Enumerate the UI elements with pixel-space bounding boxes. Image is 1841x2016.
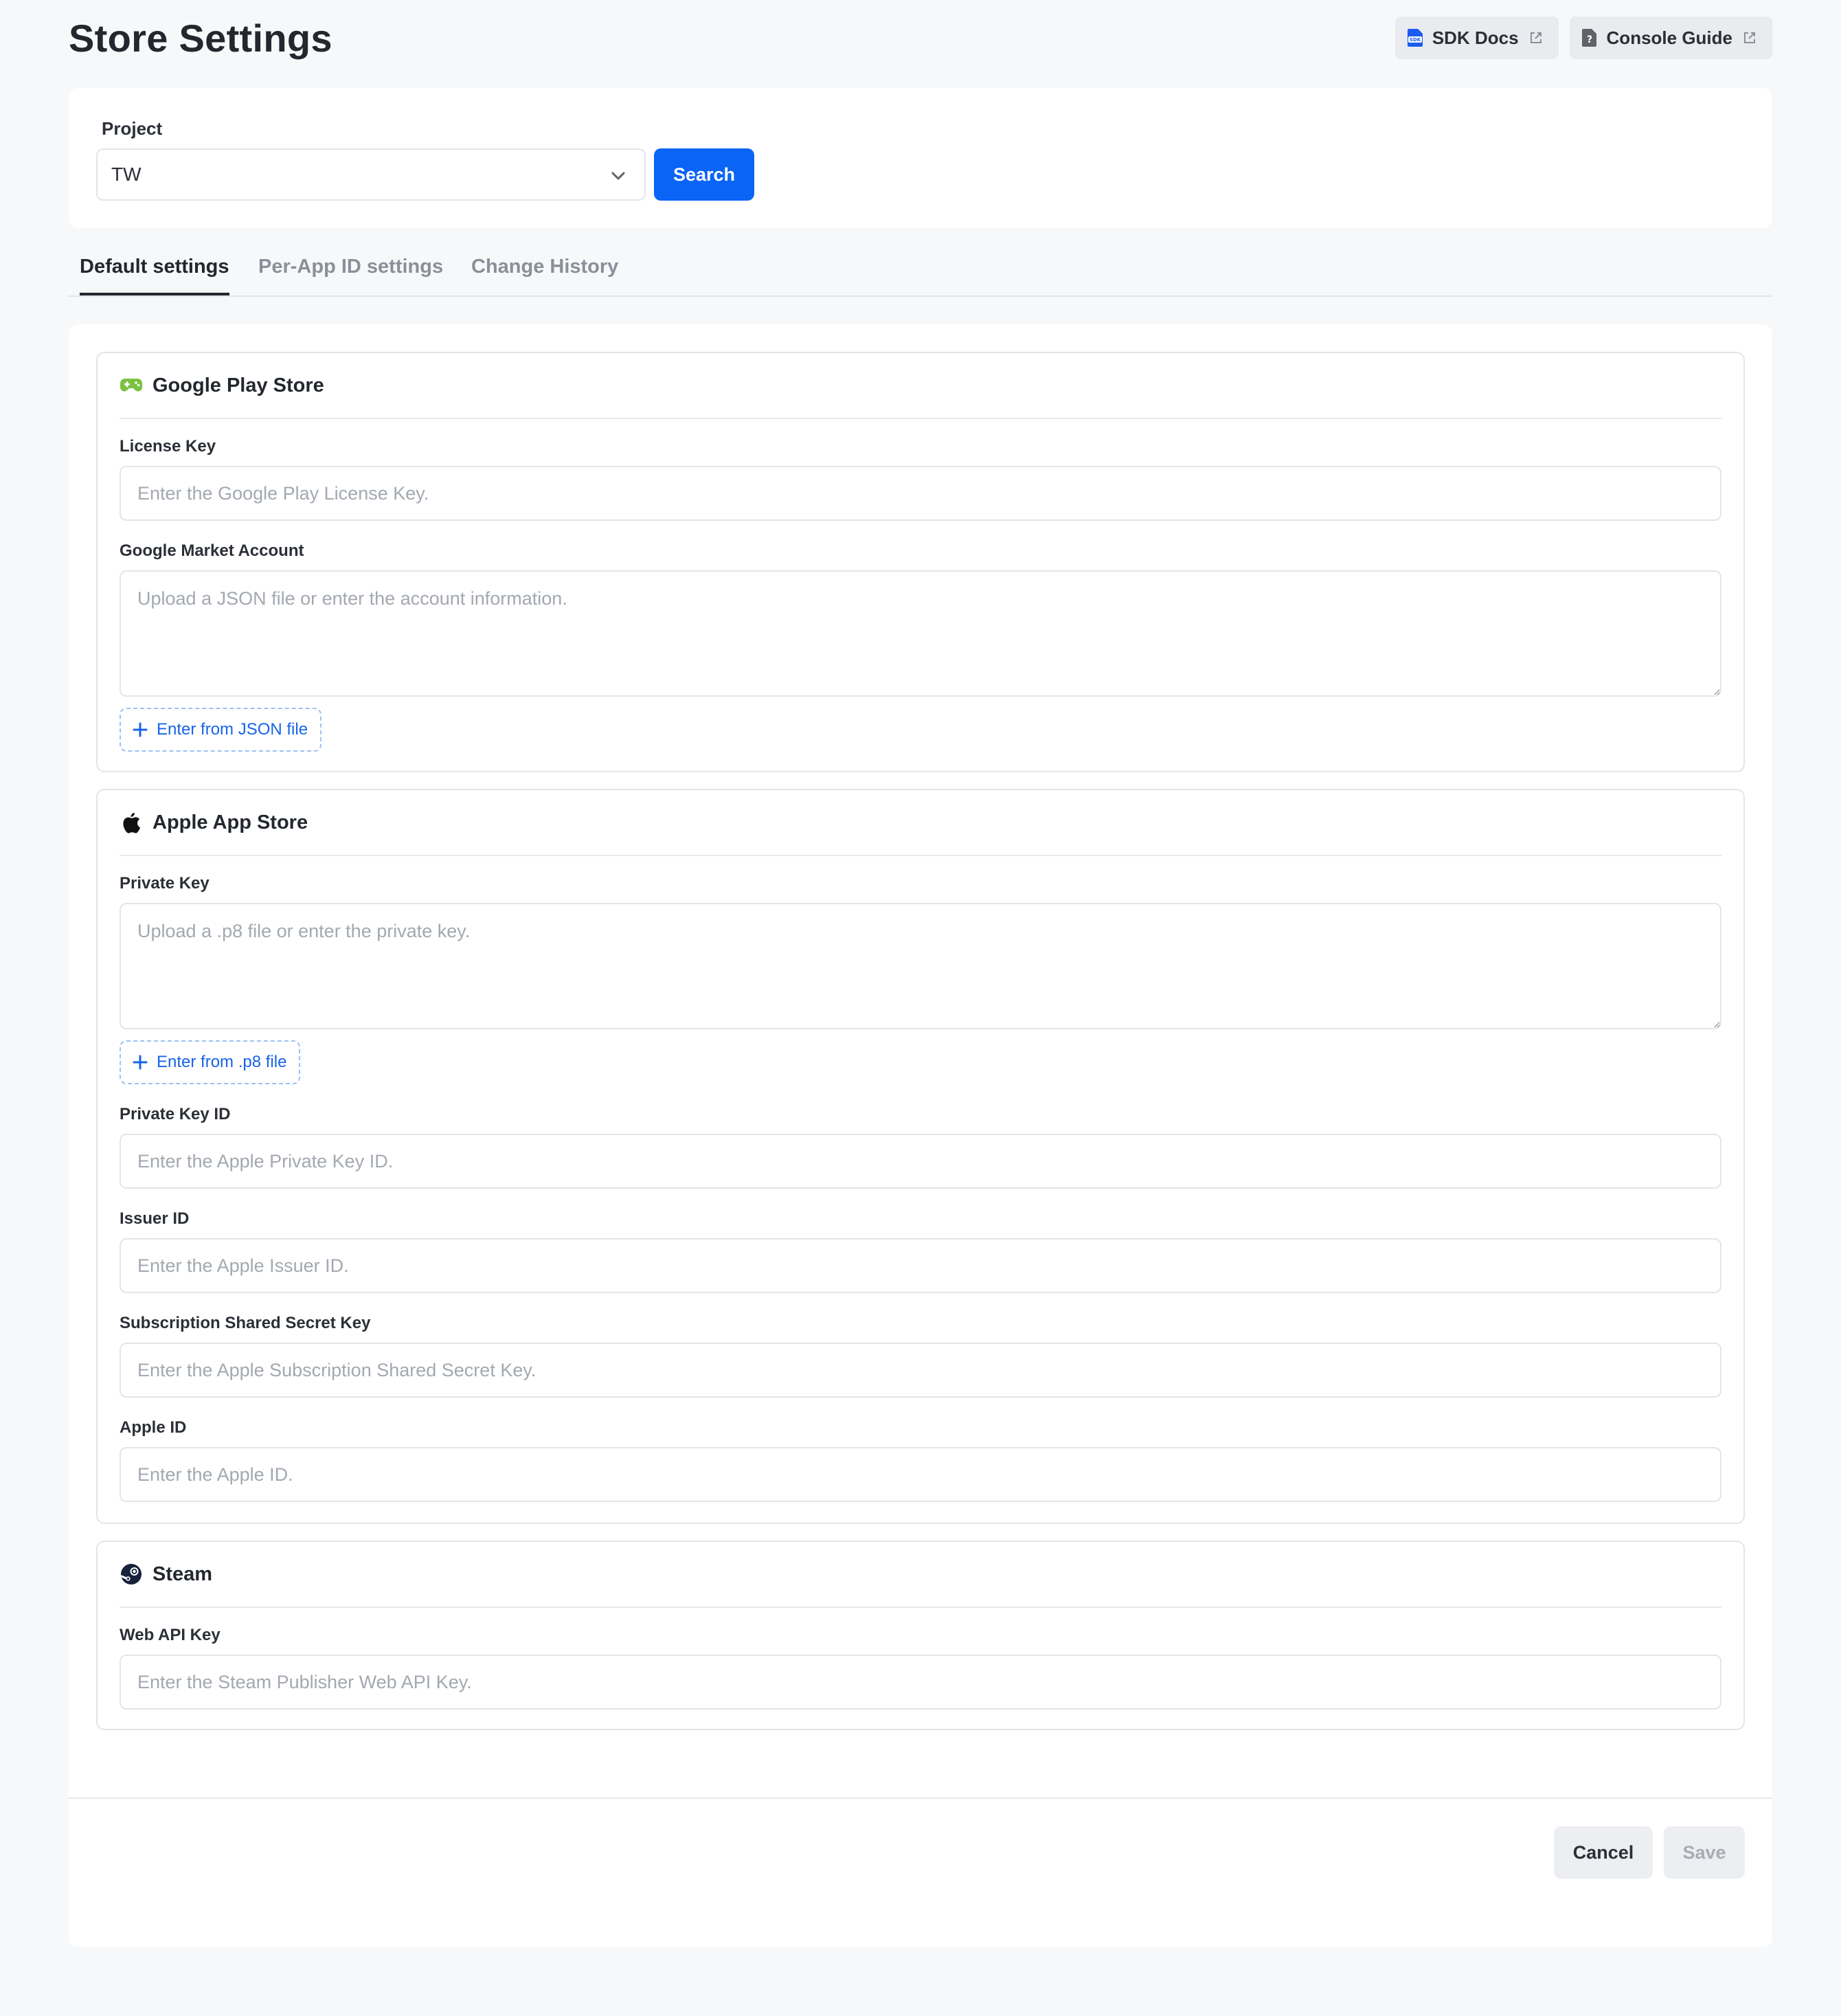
console-guide-button[interactable]: ? Console Guide (1569, 16, 1772, 59)
private-key-id-input[interactable] (120, 1134, 1721, 1189)
google-play-section: Google Play Store License Key Google Mar… (96, 352, 1745, 772)
apple-app-store-section: Apple App Store Private Key Enter from .… (96, 789, 1745, 1524)
section-header: Google Play Store (120, 353, 1721, 419)
external-link-icon (1742, 30, 1757, 45)
license-key-input[interactable] (120, 466, 1721, 521)
sdk-docs-button[interactable]: SDK SDK Docs (1394, 16, 1559, 59)
issuer-id-label: Issuer ID (120, 1209, 190, 1228)
footer-divider (69, 1797, 1772, 1799)
page-header: Store Settings SDK SDK Docs ? Console Gu… (69, 14, 1772, 63)
page-title: Store Settings (69, 16, 332, 60)
project-select[interactable]: TW (96, 148, 646, 201)
sdk-docs-label: SDK Docs (1432, 27, 1519, 48)
steam-section: Steam Web API Key (96, 1541, 1745, 1730)
issuer-id-input[interactable] (120, 1238, 1721, 1293)
external-link-icon (1528, 30, 1544, 45)
search-button[interactable]: Search (654, 148, 754, 201)
header-actions: SDK SDK Docs ? Console Guide (1394, 16, 1772, 59)
section-title: Google Play Store (153, 374, 324, 396)
section-header: Apple App Store (120, 790, 1721, 856)
steam-icon (120, 1563, 143, 1586)
console-guide-label: Console Guide (1606, 27, 1732, 48)
private-key-textarea[interactable] (120, 903, 1721, 1029)
project-card: Project TW Search (69, 88, 1772, 228)
web-api-key-input[interactable] (120, 1655, 1721, 1710)
settings-card: Google Play Store License Key Google Mar… (69, 324, 1772, 1947)
plus-icon (132, 721, 148, 738)
shared-secret-input[interactable] (120, 1343, 1721, 1398)
tab-change-history[interactable]: Change History (471, 256, 618, 295)
cancel-button[interactable]: Cancel (1554, 1826, 1653, 1879)
tab-per-app-id-settings[interactable]: Per-App ID settings (258, 256, 443, 295)
svg-text:?: ? (1586, 34, 1592, 45)
web-api-key-label: Web API Key (120, 1626, 221, 1644)
apple-id-label: Apple ID (120, 1418, 187, 1437)
project-label: Project (102, 118, 163, 139)
enter-from-json-label: Enter from JSON file (157, 720, 308, 739)
section-title: Apple App Store (153, 811, 308, 833)
help-doc-icon: ? (1581, 27, 1600, 48)
private-key-label: Private Key (120, 874, 210, 893)
chevron-down-icon (609, 166, 628, 186)
shared-secret-label: Subscription Shared Secret Key (120, 1314, 371, 1332)
apple-icon (120, 811, 143, 834)
google-market-account-label: Google Market Account (120, 541, 304, 560)
save-button[interactable]: Save (1664, 1826, 1745, 1879)
plus-icon (132, 1054, 148, 1071)
section-header: Steam (120, 1542, 1721, 1608)
enter-from-json-button[interactable]: Enter from JSON file (120, 708, 322, 752)
settings-tabs: Default settings Per-App ID settings Cha… (69, 240, 1772, 297)
apple-id-input[interactable] (120, 1447, 1721, 1502)
svg-text:SDK: SDK (1410, 37, 1421, 43)
project-select-value: TW (111, 164, 142, 185)
tab-default-settings[interactable]: Default settings (80, 256, 229, 295)
section-title: Steam (153, 1563, 213, 1585)
license-key-label: License Key (120, 437, 216, 456)
google-market-account-textarea[interactable] (120, 570, 1721, 697)
gamepad-icon (120, 374, 143, 397)
private-key-id-label: Private Key ID (120, 1105, 231, 1123)
enter-from-p8-label: Enter from .p8 file (157, 1053, 287, 1071)
enter-from-p8-button[interactable]: Enter from .p8 file (120, 1040, 301, 1084)
sdk-doc-icon: SDK (1406, 27, 1425, 48)
